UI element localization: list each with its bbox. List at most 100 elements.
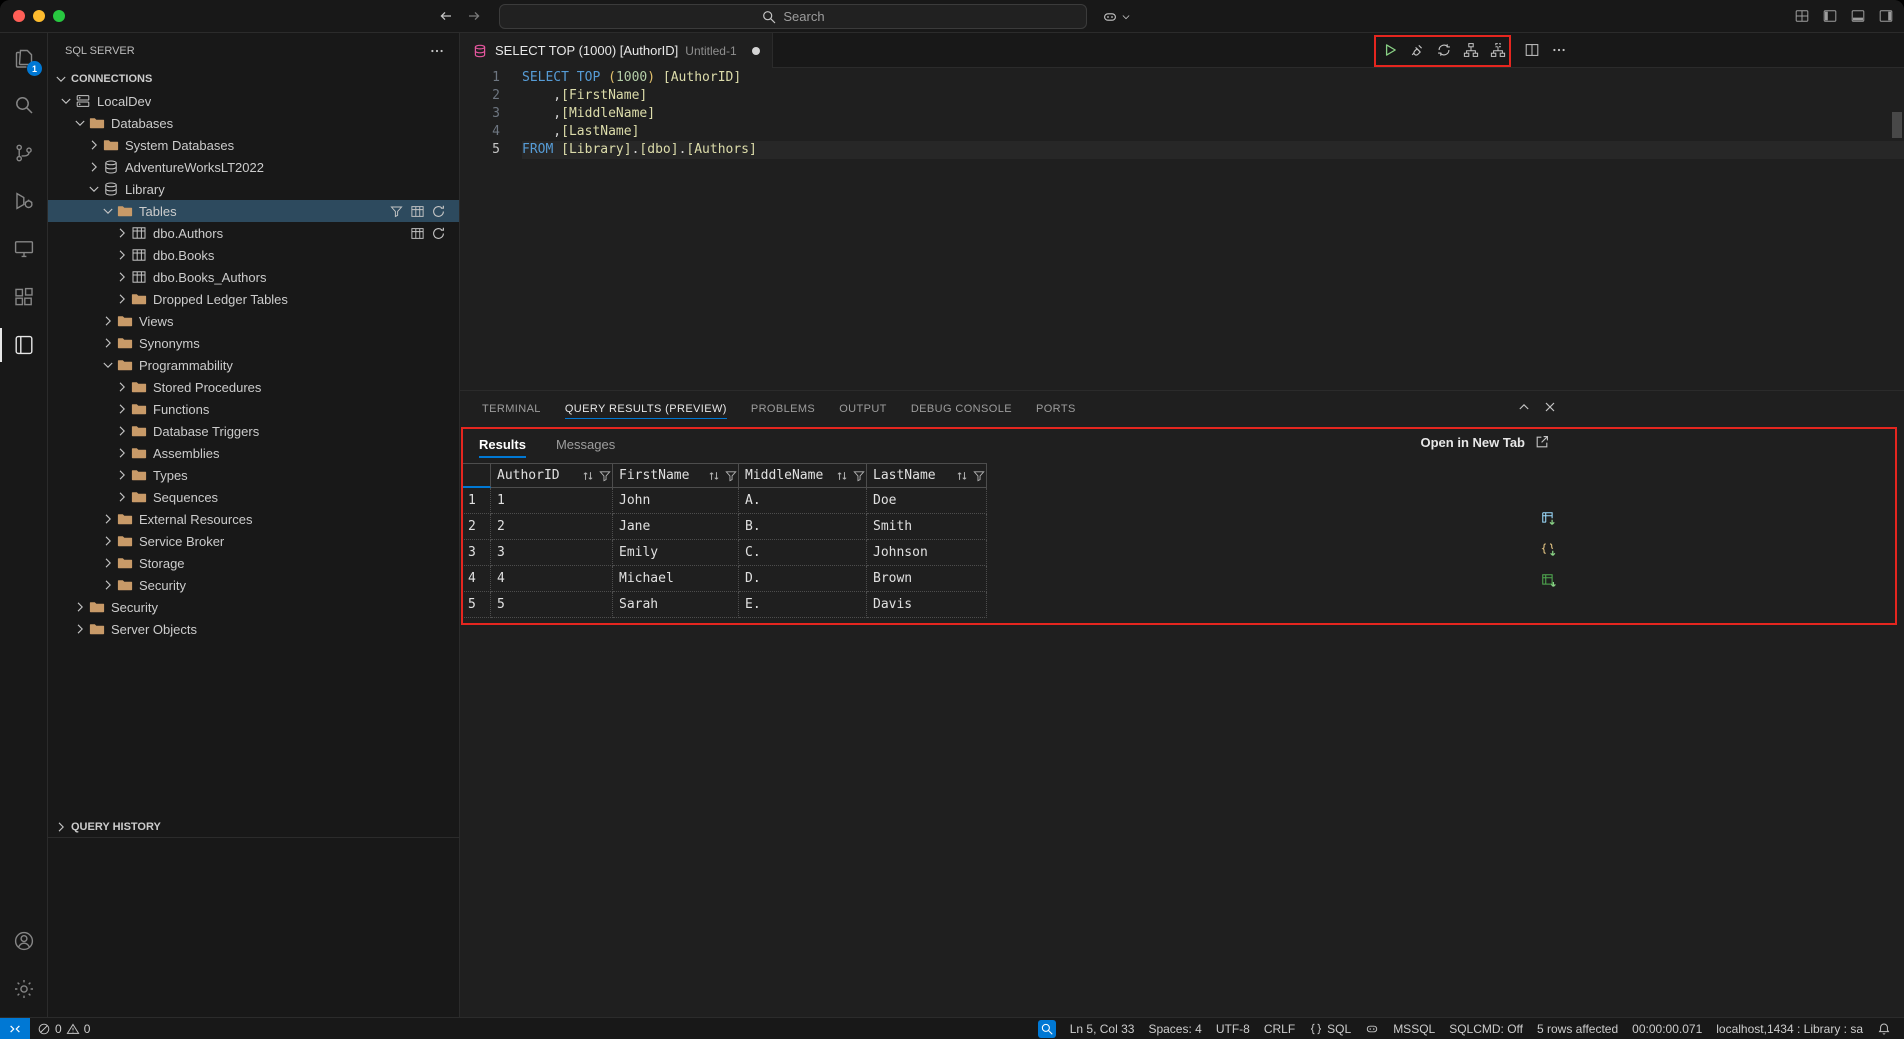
grid-cell[interactable]: E. [739, 592, 867, 618]
command-center-search[interactable]: Search [499, 4, 1087, 29]
grid-header-middlename[interactable]: MiddleName [739, 463, 867, 488]
grid-cell[interactable]: A. [739, 488, 867, 514]
tree-item-external-resources[interactable]: External Resources [48, 508, 459, 530]
estimated-plan-button[interactable] [1459, 38, 1483, 62]
run-button[interactable] [1378, 38, 1402, 62]
forward-icon[interactable] [466, 8, 482, 24]
status-indentation[interactable]: Spaces: 4 [1141, 1018, 1208, 1039]
tree-item-service-broker[interactable]: Service Broker [48, 530, 459, 552]
tree-item-tables[interactable]: Tables [48, 200, 459, 222]
panel-tab-problems[interactable]: PROBLEMS [739, 391, 827, 426]
zoom-window-button[interactable] [53, 10, 65, 22]
tree-item-assemblies[interactable]: Assemblies [48, 442, 459, 464]
grid-cell[interactable]: B. [739, 514, 867, 540]
change-connection-button[interactable] [1432, 38, 1456, 62]
activity-bar-item-explorer[interactable]: 1 [0, 33, 47, 81]
grid-cell[interactable]: Michael [613, 566, 739, 592]
grid-cell[interactable]: 4 [491, 566, 613, 592]
filter-icon[interactable] [972, 469, 986, 483]
code-editor[interactable]: 12345 SELECT TOP (1000) [AuthorID] ,[Fir… [460, 68, 1904, 390]
tree-item-dbo-authors[interactable]: dbo.Authors [48, 222, 459, 244]
panel-tab-ports[interactable]: PORTS [1024, 391, 1088, 426]
grid-header-lastname[interactable]: LastName [867, 463, 987, 488]
activity-bar-item-settings[interactable] [0, 965, 47, 1013]
tree-item-synonyms[interactable]: Synonyms [48, 332, 459, 354]
tree-item-functions[interactable]: Functions [48, 398, 459, 420]
tree-item-dbo-books[interactable]: dbo.Books [48, 244, 459, 266]
layout-grid-icon[interactable] [1794, 8, 1810, 24]
tree-item-library[interactable]: Library [48, 178, 459, 200]
grid-cell[interactable]: C. [739, 540, 867, 566]
tree-item-localdev[interactable]: LocalDev [48, 90, 459, 112]
grid-cell[interactable]: D. [739, 566, 867, 592]
grid-cell[interactable]: Emily [613, 540, 739, 566]
tree-item-stored-procedures[interactable]: Stored Procedures [48, 376, 459, 398]
grid-cell[interactable]: John [613, 488, 739, 514]
row-number-cell[interactable]: 4 [461, 566, 491, 592]
grid-cell[interactable]: Brown [867, 566, 987, 592]
status-zoom-indicator[interactable] [1031, 1018, 1063, 1039]
status-rows-affected[interactable]: 5 rows affected [1530, 1018, 1625, 1039]
grid-header-authorid[interactable]: AuthorID [491, 463, 613, 488]
status-language-mode[interactable]: SQL [1302, 1018, 1358, 1039]
tree-item-database-triggers[interactable]: Database Triggers [48, 420, 459, 442]
tree-item-storage[interactable]: Storage [48, 552, 459, 574]
layout-sidebar-right-icon[interactable] [1878, 8, 1894, 24]
panel-tab-terminal[interactable]: TERMINAL [470, 391, 553, 426]
activity-bar-item-source-control[interactable] [0, 129, 47, 177]
more-actions-icon[interactable] [429, 43, 445, 59]
panel-tab-debug-console[interactable]: DEBUG CONSOLE [899, 391, 1024, 426]
results-tab-results[interactable]: Results [479, 430, 526, 459]
filter-icon[interactable] [598, 469, 612, 483]
filter-icon[interactable] [389, 204, 404, 219]
editor-scrollbar[interactable] [1892, 112, 1902, 138]
split-editor-button[interactable] [1520, 38, 1544, 62]
activity-bar-item-search[interactable] [0, 81, 47, 129]
row-number-cell[interactable]: 2 [461, 514, 491, 540]
filter-icon[interactable] [724, 469, 738, 483]
sort-icon[interactable] [707, 469, 721, 483]
grid-cell[interactable]: Sarah [613, 592, 739, 618]
layout-panel-icon[interactable] [1850, 8, 1866, 24]
connect-button[interactable] [1405, 38, 1429, 62]
status-eol[interactable]: CRLF [1257, 1018, 1302, 1039]
activity-bar-item-sql-server[interactable] [0, 321, 47, 369]
sort-icon[interactable] [835, 469, 849, 483]
copilot-menu[interactable] [1098, 5, 1136, 29]
grid-cell[interactable]: Jane [613, 514, 739, 540]
row-number-cell[interactable]: 3 [461, 540, 491, 566]
chevron-up-icon[interactable] [1516, 399, 1532, 415]
close-window-button[interactable] [13, 10, 25, 22]
status-copilot[interactable] [1358, 1018, 1386, 1039]
save-csv-icon[interactable] [1540, 510, 1557, 527]
layout-sidebar-left-icon[interactable] [1822, 8, 1838, 24]
back-icon[interactable] [438, 8, 454, 24]
grid-cell[interactable]: 1 [491, 488, 613, 514]
grid-cell[interactable]: Davis [867, 592, 987, 618]
tree-item-databases[interactable]: Databases [48, 112, 459, 134]
status-query-timer[interactable]: 00:00:00.071 [1625, 1018, 1709, 1039]
refresh-icon[interactable] [431, 226, 446, 241]
grid-header-firstname[interactable]: FirstName [613, 463, 739, 488]
tree-item-programmability[interactable]: Programmability [48, 354, 459, 376]
tree-item-security[interactable]: Security [48, 596, 459, 618]
minimize-window-button[interactable] [33, 10, 45, 22]
status-encoding[interactable]: UTF-8 [1209, 1018, 1257, 1039]
tree-item-sequences[interactable]: Sequences [48, 486, 459, 508]
refresh-icon[interactable] [431, 204, 446, 219]
table-icon[interactable] [410, 226, 425, 241]
tree-item-types[interactable]: Types [48, 464, 459, 486]
dirty-indicator[interactable] [752, 47, 760, 55]
tree-item-system-databases[interactable]: System Databases [48, 134, 459, 156]
open-in-new-tab-button[interactable]: Open in New Tab [1421, 434, 1551, 450]
activity-bar-item-accounts[interactable] [0, 917, 47, 965]
save-json-icon[interactable] [1540, 541, 1557, 558]
status-mssql-provider[interactable]: MSSQL [1386, 1018, 1442, 1039]
activity-bar-item-remote-explorer[interactable] [0, 225, 47, 273]
results-tab-messages[interactable]: Messages [556, 430, 615, 459]
table-icon[interactable] [410, 204, 425, 219]
close-icon[interactable] [1542, 399, 1558, 415]
panel-tab-query-results-preview[interactable]: QUERY RESULTS (PREVIEW) [553, 391, 739, 426]
grid-cell[interactable]: 2 [491, 514, 613, 540]
row-number-cell[interactable]: 1 [461, 488, 491, 514]
